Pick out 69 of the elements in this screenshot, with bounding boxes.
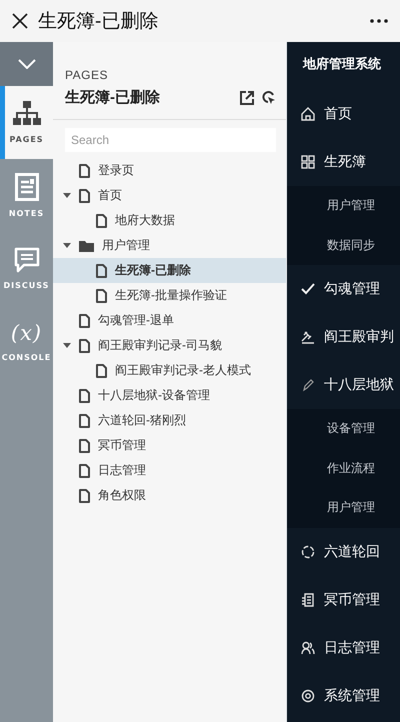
tree-item[interactable]: 冥币管理 (53, 433, 286, 458)
search-field[interactable]: Search (65, 128, 276, 152)
cursor-icon[interactable] (262, 90, 276, 104)
rail-tab[interactable]: PAGES (0, 86, 53, 159)
sitemap-icon (12, 101, 40, 127)
menu-item[interactable]: 十八层地狱 (287, 361, 400, 409)
page-icon (96, 364, 107, 378)
tree-item[interactable]: 十八层地狱-设备管理 (53, 383, 286, 408)
expand-icon[interactable] (63, 193, 71, 198)
submenu-item[interactable]: 用户管理 (287, 488, 400, 528)
menu-item[interactable]: 六道轮回 (287, 528, 400, 576)
close-icon[interactable] (12, 13, 28, 29)
menu-item[interactable]: 阎王殿审判 (287, 313, 400, 361)
tree-item[interactable]: 勾魂管理-退单 (53, 308, 286, 333)
page-icon (79, 464, 90, 478)
export-icon[interactable] (240, 90, 254, 104)
tree-item[interactable]: 用户管理 (53, 233, 286, 258)
menu-item[interactable]: 首页 (287, 90, 400, 138)
page-icon (96, 264, 107, 278)
page-icon (79, 388, 90, 402)
page-icon (96, 288, 107, 302)
page-icon (96, 214, 107, 228)
submenu-item[interactable]: 数据同步 (287, 226, 400, 265)
tree-item[interactable]: 登录页 (53, 158, 286, 183)
page-icon (79, 488, 90, 502)
grid-icon (301, 155, 315, 169)
menu-item[interactable]: 冥币管理 (287, 576, 400, 624)
ledger-icon (301, 592, 315, 606)
submenu-item[interactable]: 设备管理 (287, 409, 400, 448)
tree-item[interactable]: 角色权限 (53, 483, 286, 508)
menu-item[interactable]: 系统管理 (287, 672, 400, 720)
home-icon (301, 107, 315, 121)
page-icon (79, 414, 90, 428)
gavel-icon (301, 330, 315, 344)
cycle-icon (301, 544, 315, 558)
tree-item[interactable]: 首页 (53, 183, 286, 208)
app-title: 地府管理系统 (302, 55, 382, 73)
tree-item[interactable]: 阎王殿审判记录-老人模式 (53, 358, 286, 383)
notes-icon (14, 173, 38, 201)
more-icon[interactable] (370, 18, 388, 24)
expand-icon[interactable] (63, 243, 71, 248)
page-icon (79, 188, 90, 202)
menu-item[interactable]: 生死簿 (287, 138, 400, 186)
settings-icon (301, 688, 315, 702)
page-icon (79, 164, 90, 178)
chevron-down-icon[interactable] (18, 59, 36, 69)
page-icon (79, 338, 90, 352)
page-icon (79, 314, 90, 328)
section-label: PAGES (65, 68, 109, 82)
window-title: 生死簿-已删除 (38, 10, 160, 34)
page-icon (79, 438, 90, 452)
tree-item[interactable]: 生死簿-批量操作验证 (53, 283, 286, 308)
comment-icon (14, 247, 40, 273)
expand-icon[interactable] (63, 343, 71, 348)
tree-item[interactable]: 阎王殿审判记录-司马貌 (53, 333, 286, 358)
page-title: 生死簿-已删除 (65, 88, 161, 107)
menu-item[interactable]: 勾魂管理 (287, 265, 400, 313)
menu-item[interactable]: 日志管理 (287, 624, 400, 672)
folder-icon (79, 240, 94, 252)
submenu-item[interactable]: 用户管理 (287, 186, 400, 226)
submenu-item[interactable]: 作业流程 (287, 448, 400, 488)
tree-item[interactable]: 日志管理 (53, 458, 286, 483)
pen-icon (301, 378, 315, 392)
check-icon (301, 282, 315, 296)
variable-icon: (x) (10, 321, 42, 345)
tree-item[interactable]: 地府大数据 (53, 208, 286, 233)
users-icon (301, 640, 315, 654)
tree-item[interactable]: 生死簿-已删除 (53, 258, 286, 283)
tree-item[interactable]: 六道轮回-猪刚烈 (53, 408, 286, 433)
